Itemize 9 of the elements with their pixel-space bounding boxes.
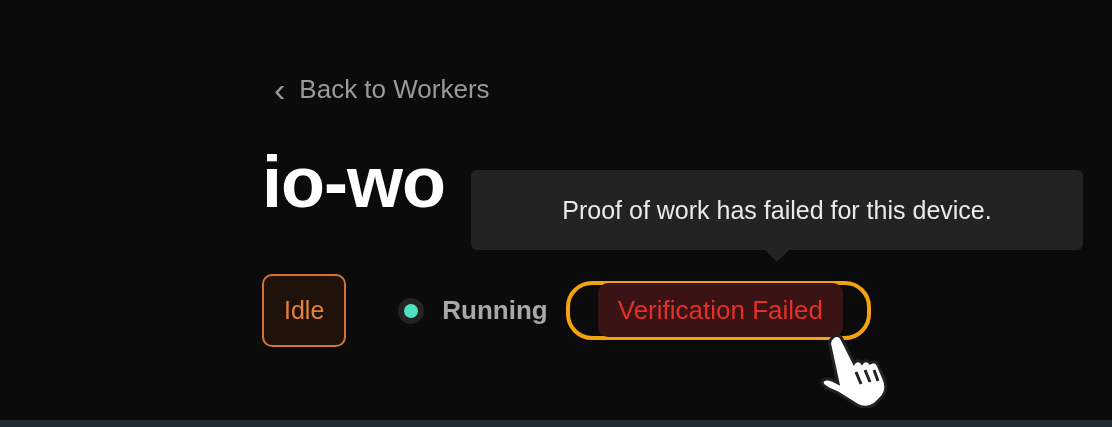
status-badge[interactable]: Verification Failed (597, 283, 843, 337)
status-label: Running (442, 295, 548, 326)
chevron-left-icon: ‹ (274, 74, 286, 104)
worker-title: io-wo (262, 141, 445, 223)
back-link[interactable]: ‹ Back to Workers (262, 70, 1112, 108)
status-badge: Idle (262, 274, 347, 347)
hand-cursor-icon (818, 332, 890, 408)
tooltip-arrow (765, 250, 789, 262)
tooltip: Proof of work has failed for this device. (471, 170, 1083, 250)
